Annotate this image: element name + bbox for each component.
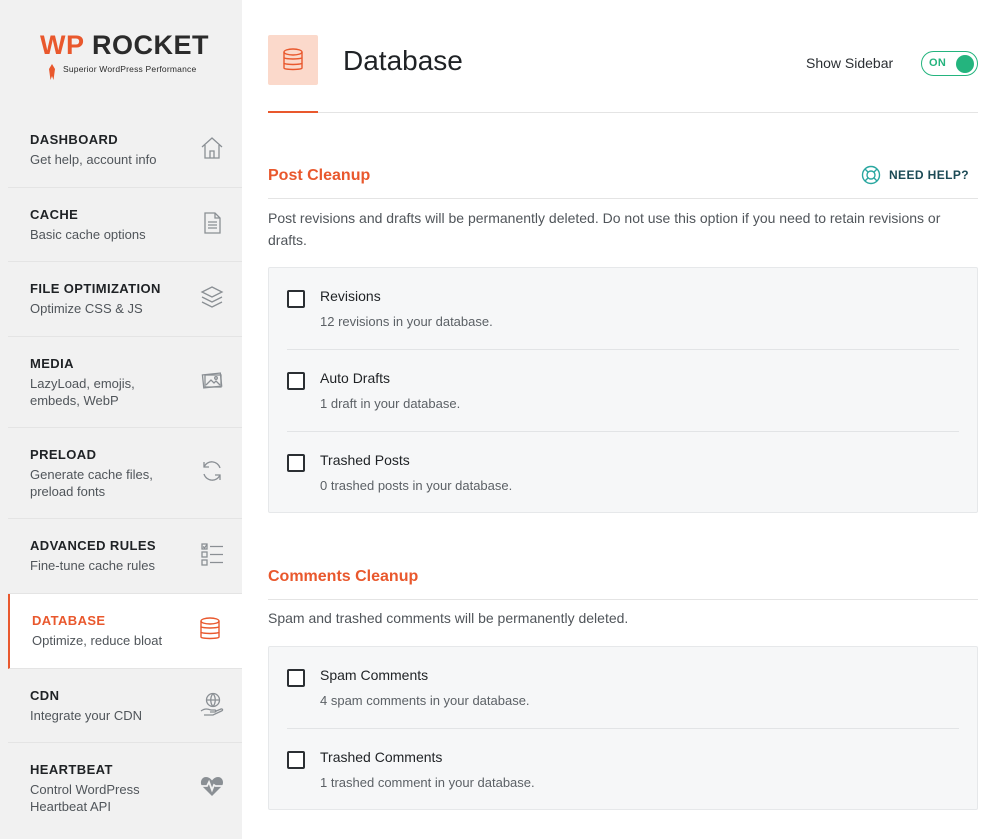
- show-sidebar-label: Show Sidebar: [806, 55, 894, 71]
- page-title: Database: [343, 45, 463, 76]
- logo-prefix: WP: [40, 30, 85, 60]
- option-auto-drafts: Auto Drafts 1 draft in your database.: [287, 350, 959, 432]
- sidebar-item-title: MEDIA: [30, 356, 74, 371]
- sidebar-item-desc: Integrate your CDN: [30, 708, 142, 723]
- rocket-flame-icon: [49, 64, 55, 80]
- spam-comments-checkbox[interactable]: [287, 669, 305, 687]
- show-sidebar-toggle[interactable]: ON: [921, 51, 978, 76]
- option-label: Trashed Comments: [320, 749, 443, 765]
- option-count: 4 spam comments in your database.: [320, 693, 530, 708]
- logo-tagline: Superior WordPress Performance: [63, 64, 197, 74]
- logo-wordmark: WP ROCKET: [40, 30, 209, 61]
- sidebar-item-title: FILE OPTIMIZATION: [30, 281, 161, 296]
- sidebar-item-title: CDN: [30, 688, 60, 703]
- sidebar-item-title: HEARTBEAT: [30, 762, 113, 777]
- option-spam-comments: Spam Comments 4 spam comments in your da…: [287, 647, 959, 729]
- section-title: Post Cleanup: [268, 167, 371, 184]
- sidebar-item-cache[interactable]: CACHE Basic cache options: [8, 188, 242, 262]
- trashed-posts-checkbox[interactable]: [287, 454, 305, 472]
- page-icon-underline: [268, 111, 318, 113]
- main-content: Database Show Sidebar ON Post Cleanup NE…: [268, 0, 978, 839]
- logo-suffix: ROCKET: [84, 30, 210, 60]
- sidebar-item-desc: Generate cache files, preload fonts: [30, 467, 153, 499]
- sidebar-item-advanced-rules[interactable]: ADVANCED RULES Fine-tune cache rules: [8, 519, 242, 594]
- post-cleanup-options: Revisions 12 revisions in your database.…: [268, 267, 978, 513]
- sidebar: WP ROCKET Superior WordPress Performance…: [0, 0, 242, 839]
- option-count: 1 draft in your database.: [320, 396, 461, 411]
- home-icon: [201, 137, 223, 159]
- option-label: Spam Comments: [320, 667, 429, 683]
- option-label: Revisions: [320, 288, 381, 304]
- post-cleanup-header: Post Cleanup NEED HELP?: [268, 165, 978, 199]
- revisions-checkbox[interactable]: [287, 290, 305, 308]
- option-label: Trashed Posts: [320, 452, 410, 468]
- globe-hand-icon: [200, 692, 224, 716]
- toggle-state-label: ON: [929, 57, 947, 69]
- sidebar-item-media[interactable]: MEDIA LazyLoad, emojis, embeds, WebP: [8, 337, 242, 428]
- need-help-label: NEED HELP?: [888, 168, 969, 182]
- auto-drafts-checkbox[interactable]: [287, 372, 305, 390]
- layers-icon: [200, 286, 224, 308]
- section-title: Comments Cleanup: [268, 568, 419, 585]
- wp-rocket-logo[interactable]: WP ROCKET Superior WordPress Performance: [40, 30, 215, 82]
- comments-cleanup-options: Spam Comments 4 spam comments in your da…: [268, 646, 978, 810]
- sidebar-item-title: DATABASE: [32, 613, 106, 628]
- toggle-knob: [956, 54, 974, 73]
- page-icon-tile: [268, 35, 318, 85]
- comments-cleanup-header: Comments Cleanup: [268, 568, 978, 600]
- option-revisions: Revisions 12 revisions in your database.: [287, 268, 959, 350]
- sidebar-item-title: DASHBOARD: [30, 132, 119, 147]
- option-label: Auto Drafts: [320, 370, 391, 386]
- option-trashed-comments: Trashed Comments 1 trashed comment in yo…: [287, 729, 959, 811]
- checklist-icon: [201, 543, 223, 566]
- sidebar-item-cdn[interactable]: CDN Integrate your CDN: [8, 669, 242, 743]
- document-icon: [204, 212, 221, 234]
- option-trashed-posts: Trashed Posts 0 trashed posts in your da…: [287, 432, 959, 514]
- sidebar-item-file-optimization[interactable]: FILE OPTIMIZATION Optimize CSS & JS: [8, 262, 242, 337]
- sidebar-item-heartbeat[interactable]: HEARTBEAT Control WordPress Heartbeat AP…: [8, 743, 242, 834]
- sidebar-item-desc: Basic cache options: [30, 227, 146, 242]
- sidebar-nav: DASHBOARD Get help, account info CACHE B…: [8, 113, 242, 834]
- database-icon: [283, 48, 303, 71]
- page-header: Database Show Sidebar ON: [268, 35, 978, 113]
- sidebar-item-desc: Control WordPress Heartbeat API: [30, 782, 140, 814]
- sidebar-item-preload[interactable]: PRELOAD Generate cache files, preload fo…: [8, 428, 242, 519]
- sidebar-item-desc: Get help, account info: [30, 152, 157, 167]
- refresh-icon: [203, 461, 221, 481]
- sidebar-item-dashboard[interactable]: DASHBOARD Get help, account info: [8, 113, 242, 188]
- sidebar-item-desc: LazyLoad, emojis, embeds, WebP: [30, 376, 135, 408]
- comments-cleanup-description: Spam and trashed comments will be perman…: [268, 610, 629, 626]
- need-help-link[interactable]: NEED HELP?: [861, 165, 969, 185]
- post-cleanup-description: Post revisions and drafts will be perman…: [268, 210, 941, 248]
- sidebar-item-title: PRELOAD: [30, 447, 97, 462]
- database-icon: [200, 617, 220, 640]
- sidebar-item-desc: Fine-tune cache rules: [30, 558, 156, 573]
- sidebar-item-title: CACHE: [30, 207, 79, 222]
- option-count: 0 trashed posts in your database.: [320, 478, 513, 493]
- option-count: 12 revisions in your database.: [320, 314, 493, 329]
- sidebar-item-database[interactable]: DATABASE Optimize, reduce bloat: [8, 594, 242, 669]
- sidebar-item-desc: Optimize, reduce bloat: [32, 633, 163, 648]
- sidebar-item-title: ADVANCED RULES: [30, 538, 156, 553]
- sidebar-item-desc: Optimize CSS & JS: [30, 301, 143, 316]
- images-icon: [201, 372, 223, 389]
- lifebuoy-icon: [861, 165, 881, 185]
- option-count: 1 trashed comment in your database.: [320, 775, 535, 790]
- heartbeat-icon: [200, 777, 224, 796]
- trashed-comments-checkbox[interactable]: [287, 751, 305, 769]
